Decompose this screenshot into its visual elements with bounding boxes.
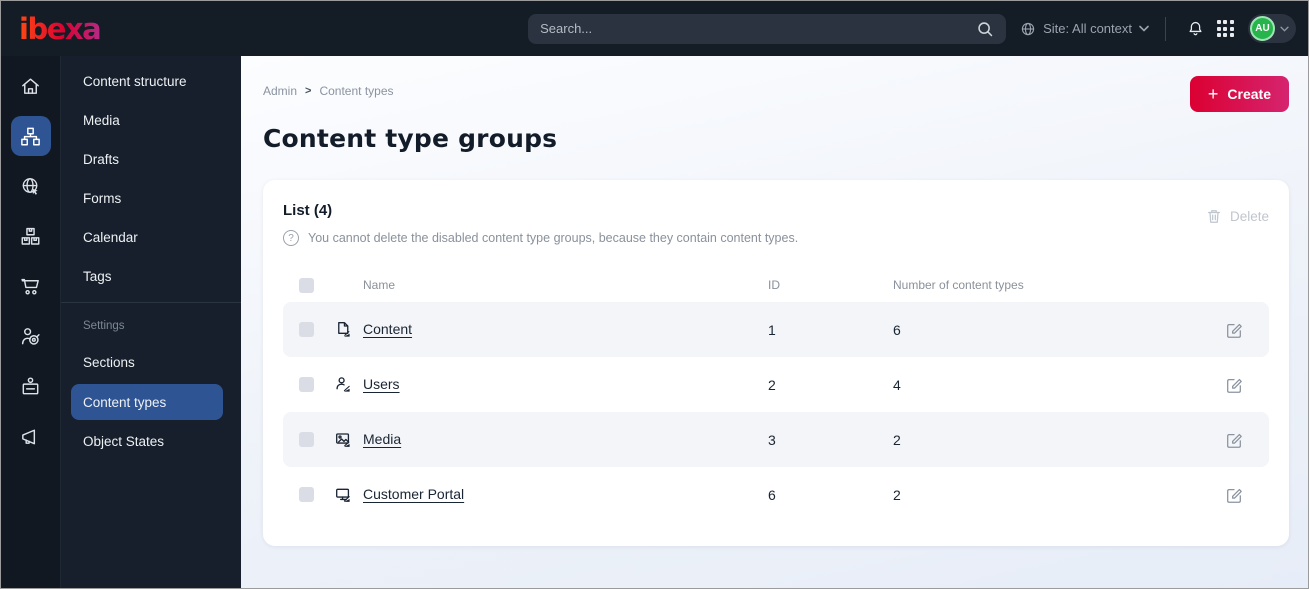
breadcrumb-admin[interactable]: Admin: [263, 84, 297, 98]
trash-icon: [1206, 208, 1222, 225]
table-header-row: Name ID Number of content types: [283, 268, 1269, 302]
sidebar-item-calendar[interactable]: Calendar: [61, 218, 241, 257]
sidebar-settings-label: Settings: [83, 320, 125, 332]
main-content: Admin > Content types + Create Content t…: [241, 56, 1308, 588]
user-menu[interactable]: AU: [1248, 14, 1296, 43]
content-type-groups-card: List (4) ? You cannot delete the disable…: [263, 180, 1289, 546]
plus-icon: +: [1207, 84, 1219, 104]
app-switcher-grid-icon[interactable]: [1210, 14, 1240, 44]
page-title: Content type groups: [263, 124, 558, 153]
ibexa-logo[interactable]: ibexa: [19, 12, 102, 46]
search-input[interactable]: [540, 21, 977, 36]
row-checkbox[interactable]: [299, 487, 314, 502]
row-checkbox[interactable]: [299, 322, 314, 337]
content-structure-icon[interactable]: [10, 116, 51, 156]
global-search[interactable]: [528, 13, 1007, 44]
sidebar-item-drafts[interactable]: Drafts: [61, 140, 241, 179]
site-context-selector[interactable]: Site: All context: [1020, 21, 1149, 37]
sidebar-item-object-states[interactable]: Object States: [61, 422, 241, 461]
edit-icon[interactable]: [1225, 321, 1253, 339]
column-header-id: ID: [768, 278, 780, 292]
edit-icon[interactable]: [1225, 486, 1253, 504]
sidebar-item-tags[interactable]: Tags: [61, 257, 241, 296]
sidebar-item-content-types[interactable]: Content types: [71, 384, 223, 420]
personalization-icon[interactable]: [11, 316, 51, 356]
site-context-label: Site: All context: [1043, 21, 1132, 36]
select-all-checkbox[interactable]: [299, 277, 314, 293]
logo-area: ibexa: [1, 12, 241, 46]
edit-icon[interactable]: [1225, 431, 1253, 449]
products-icon[interactable]: [11, 216, 51, 256]
notifications-bell-icon[interactable]: [1180, 14, 1210, 44]
corporate-icon[interactable]: [11, 366, 51, 406]
sidebar-item-content-structure[interactable]: Content structure: [61, 62, 241, 101]
globe-icon: [1020, 21, 1036, 37]
column-header-count: Number of content types: [893, 278, 1024, 292]
topbar: ibexa Site: All context: [1, 1, 1308, 56]
group-link[interactable]: Users: [363, 376, 400, 392]
group-count: 2: [893, 431, 901, 448]
table-row: Customer Portal 6 2: [283, 467, 1269, 522]
content-type-groups-table: Name ID Number of content types Content …: [283, 268, 1269, 522]
users-icon: [335, 376, 363, 393]
media-image-icon: [335, 431, 363, 448]
group-id: 1: [768, 321, 776, 338]
group-link[interactable]: Media: [363, 431, 401, 447]
chevron-down-icon: [1139, 25, 1149, 32]
group-count: 2: [893, 486, 901, 503]
group-count: 6: [893, 321, 901, 338]
sidebar-item-media[interactable]: Media: [61, 101, 241, 140]
group-id: 2: [768, 376, 776, 393]
breadcrumb: Admin > Content types: [263, 84, 394, 98]
table-row: Users 2 4: [283, 357, 1269, 412]
group-id: 6: [768, 486, 776, 503]
topbar-controls: Site: All context AU: [1020, 14, 1308, 44]
group-count: 4: [893, 376, 901, 393]
topbar-divider: [1165, 16, 1166, 41]
sidebar-menu: Content structure Media Drafts Forms Cal…: [61, 56, 241, 588]
group-link[interactable]: Content: [363, 321, 412, 337]
table-row: Media 3 2: [283, 412, 1269, 467]
table-row: Content 1 6: [283, 302, 1269, 357]
row-checkbox[interactable]: [299, 432, 314, 447]
edit-icon[interactable]: [1225, 376, 1253, 394]
create-button[interactable]: + Create: [1189, 76, 1289, 112]
sidebar-item-sections[interactable]: Sections: [61, 343, 241, 382]
chevron-down-icon: [1280, 26, 1289, 32]
home-icon[interactable]: [11, 66, 51, 106]
column-header-name: Name: [363, 278, 396, 292]
customer-portal-monitor-icon: [335, 486, 363, 503]
search-icon[interactable]: [976, 20, 994, 38]
group-id: 3: [768, 431, 776, 448]
delete-button[interactable]: Delete: [1206, 208, 1269, 225]
sidebar-divider: [61, 302, 241, 303]
group-link[interactable]: Customer Portal: [363, 486, 464, 502]
site-icon[interactable]: [11, 166, 51, 206]
ibexa-admin-window: ibexa Site: All context: [0, 0, 1309, 589]
campaign-icon[interactable]: [11, 416, 51, 456]
help-icon: ?: [283, 230, 299, 246]
breadcrumb-content-types: Content types: [319, 84, 394, 98]
icon-rail: [1, 56, 61, 588]
breadcrumb-separator: >: [305, 85, 312, 97]
list-note: ? You cannot delete the disabled content…: [283, 230, 798, 246]
content-file-icon: [335, 321, 363, 338]
sidebar-item-forms[interactable]: Forms: [61, 179, 241, 218]
list-heading: List (4): [283, 202, 333, 219]
row-checkbox[interactable]: [299, 377, 314, 392]
avatar[interactable]: AU: [1250, 16, 1275, 41]
commerce-cart-icon[interactable]: [11, 266, 51, 306]
